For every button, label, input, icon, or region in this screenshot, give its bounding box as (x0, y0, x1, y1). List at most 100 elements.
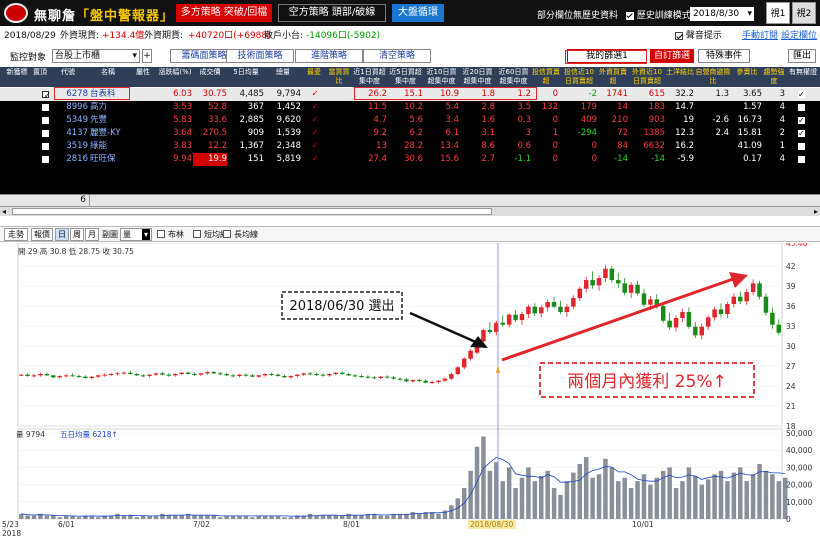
short-ma-checkbox[interactable] (193, 230, 201, 238)
sound-alert-checkbox[interactable] (675, 31, 683, 40)
market-cycle-button[interactable]: 大盤循環 (392, 4, 444, 22)
table-row[interactable]: 3519 綠能 3.83 12.2 1,367 2,348 13 28.2 13.4 8.6 0.6… (0, 140, 820, 153)
candle-body (352, 375, 358, 377)
col-header[interactable]: 成交價 (193, 67, 227, 87)
col-header[interactable]: 自營商避險比 (695, 67, 731, 87)
cell-fi10: 903 (648, 115, 665, 125)
col-header[interactable]: 土洋結比 (666, 67, 694, 87)
cell-vol5: 367 (247, 102, 264, 112)
col-header[interactable]: 近20日買超集中度 (460, 67, 495, 87)
volume-bar (63, 515, 69, 519)
col-header[interactable]: 近60日買超集中度 (496, 67, 531, 87)
candle-body (449, 374, 454, 379)
window-2-button[interactable]: 視2 (792, 2, 816, 24)
tab-month[interactable]: 月 (85, 228, 99, 241)
table-row[interactable]: 5349 先豐 5.83 33.6 2,885 9,620 4.7 5.6 3.4 1.6 0.3 0… (0, 114, 820, 127)
col-header[interactable]: 置頂 (33, 67, 47, 87)
long-strategy-button[interactable]: 多方策略 突破/回檔 (176, 4, 272, 22)
favorite-icon[interactable]: ✓ (308, 153, 322, 166)
col-header[interactable]: 外資近10日買賣超 (629, 67, 665, 87)
manual-subscribe-link[interactable]: 手動訂閱 (742, 27, 778, 45)
favorite-icon[interactable]: ✓ (308, 127, 322, 140)
special-event-button[interactable]: 特殊事件 (698, 49, 750, 63)
add-monitor-button[interactable]: + (142, 49, 152, 63)
favorite-icon[interactable]: ✓ (308, 114, 322, 127)
candle-body (590, 280, 595, 286)
advanced-strategy-button[interactable]: 進階策略 (295, 49, 363, 63)
table-row[interactable]: 4137 麗豐-KY 3.64 270.5 909 1,539 9.2 6.2 6.1 3.1 3 1… (0, 127, 820, 140)
tab-trend[interactable]: 走勢 (4, 228, 28, 241)
volume-bar (654, 477, 660, 519)
history-mode-checkbox[interactable] (625, 11, 634, 20)
custom-screen-button[interactable]: 自訂篩選 (650, 49, 694, 63)
export-button[interactable]: 匯出 (788, 49, 816, 63)
candle-body (295, 374, 300, 377)
col-header[interactable]: 名稱 (88, 67, 128, 87)
date-select[interactable]: 2018/8/30 ▾ (690, 7, 754, 21)
cell-fi: 72 (617, 128, 628, 138)
candle-body (404, 379, 409, 382)
table-row[interactable]: 8996 高力 3.53 52.8 367 1,452 11.5 10.2 5.4 2.8 3.5 1… (0, 101, 820, 114)
cell-c20: 8.6 (481, 141, 495, 151)
candle-body (153, 373, 159, 375)
scroll-right-icon[interactable]: ▸ (814, 207, 818, 216)
volume-tick-label: 40,000 (786, 446, 812, 455)
window-1-button[interactable]: 視1 (766, 2, 790, 24)
cell-c10: 3.4 (445, 115, 459, 125)
candle-body (134, 374, 140, 376)
clear-strategy-button[interactable]: 清空策略 (363, 49, 431, 63)
col-header[interactable]: 當買買比 (327, 67, 351, 87)
favorite-icon[interactable]: ✓ (308, 88, 322, 101)
tab-day[interactable]: 日 (55, 228, 69, 241)
tech-strategy-button[interactable]: 技術面策略 (226, 49, 294, 63)
monitor-select[interactable]: 台股上市櫃 ▾ (52, 49, 140, 63)
scroll-left-icon[interactable]: ◂ (2, 207, 6, 216)
tab-week[interactable]: 周 (70, 228, 84, 241)
cell-chg: 3.64 (173, 128, 192, 138)
col-header[interactable]: 近1日買超集中度 (352, 67, 387, 87)
col-header[interactable]: 外資買賣超 (598, 67, 628, 87)
col-header[interactable]: 近10日買超集中度 (424, 67, 459, 87)
volume-bar (571, 472, 576, 519)
col-header[interactable]: 5日均量 (228, 67, 264, 87)
cell-price: 52.8 (208, 102, 227, 112)
candle-body (526, 306, 531, 315)
col-header[interactable]: 參賣比 (732, 67, 762, 87)
volume-ma-readout: 五日均量 6218↑ (60, 429, 118, 439)
col-header[interactable]: 總量 (265, 67, 301, 87)
bollinger-checkbox[interactable] (157, 230, 165, 238)
sub-chart-select[interactable]: 量 ▾ (120, 228, 152, 241)
table-row[interactable]: 2816 旺旺保 9.94 19.9 151 5,819 27.4 30.6 15.6 2.7 -1… (0, 153, 820, 166)
candle-body (391, 377, 396, 379)
cell-fi10: 6632 (643, 141, 665, 151)
price-chart-panel[interactable]: 開 29 高 30.8 低 28.75 收 30.75 量 9794 五日均量 … (0, 239, 820, 538)
sound-alert-label: 聲音提示 (685, 31, 722, 41)
favorite-icon[interactable]: ✓ (308, 140, 322, 153)
cell-ratio: 32.2 (675, 89, 694, 99)
scroll-thumb[interactable] (12, 208, 492, 215)
volume-bar (519, 477, 525, 519)
tab-quote[interactable]: 報價 (31, 228, 53, 241)
cell-hedge: -2.6 (712, 115, 729, 125)
col-header[interactable]: 代號 (48, 67, 88, 87)
col-header[interactable]: 新獲標 (2, 67, 32, 87)
col-header[interactable]: 投信買賣超 (532, 67, 560, 87)
horizontal-scrollbar[interactable]: ◂ ▸ (0, 206, 820, 216)
col-header[interactable]: 屬性 (129, 67, 157, 87)
short-strategy-button[interactable]: 空方策略 頭部/破線 (278, 4, 386, 22)
col-header[interactable]: 投信近10日買賣超 (561, 67, 597, 87)
candle-body (83, 376, 88, 379)
candle-body (693, 326, 698, 336)
col-header[interactable]: 最愛 (302, 67, 326, 87)
info-date: 2018/08/29 (4, 31, 56, 41)
cell-price: 33.6 (208, 115, 227, 125)
col-header[interactable]: 有無權證 (788, 67, 818, 87)
col-header[interactable]: 近5日買超集中度 (388, 67, 423, 87)
volume-bar (648, 484, 653, 519)
long-ma-checkbox[interactable] (223, 230, 231, 238)
col-header[interactable]: 漲跌幅(%) (158, 67, 192, 87)
col-header[interactable]: 趨勢強度 (763, 67, 785, 87)
column-settings-link[interactable]: 設定欄位 (781, 27, 817, 45)
candle-body (166, 374, 172, 376)
favorite-icon[interactable]: ✓ (308, 101, 322, 114)
